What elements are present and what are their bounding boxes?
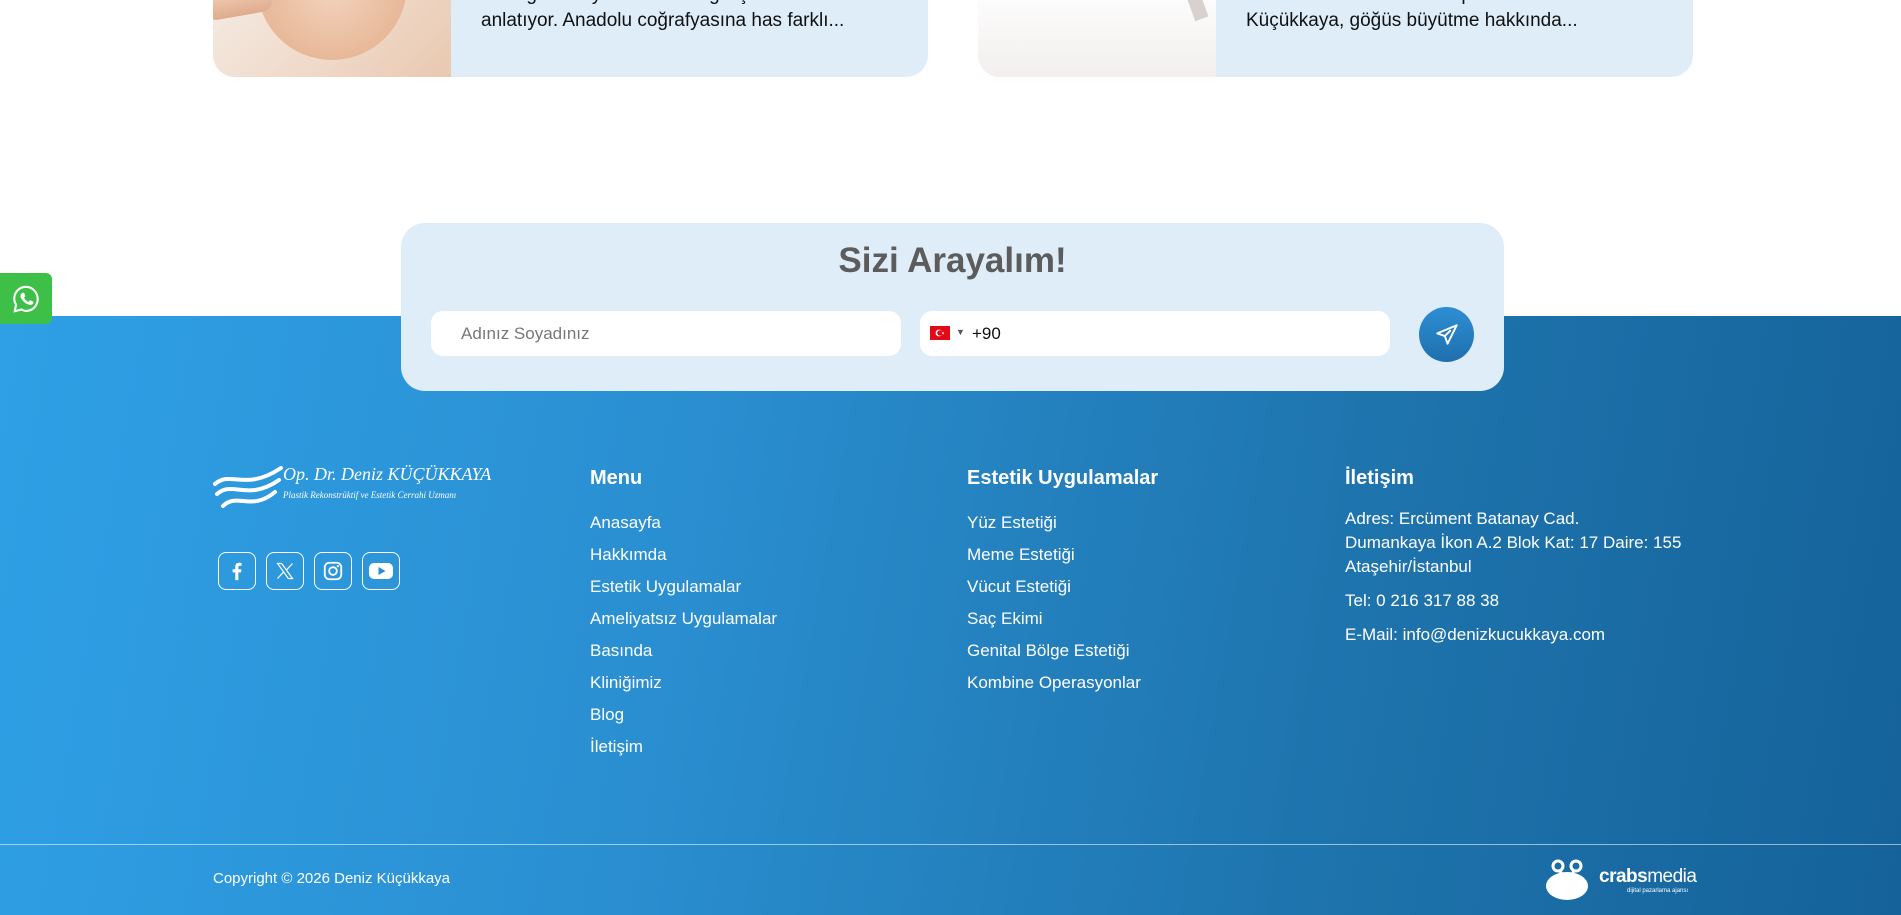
menu-list: Anasayfa Hakkımda Estetik Uygulamalar Am… (590, 510, 777, 766)
aesthetic-list: Yüz Estetiği Meme Estetiği Vücut Estetiğ… (967, 510, 1141, 702)
x-twitter-icon (276, 562, 294, 580)
menu-link-klinigimiz[interactable]: Kliniğimiz (590, 670, 777, 702)
face-illustration (257, 0, 407, 60)
agency-logo[interactable]: crabsmedia dijital pazarlama ajansı (1543, 858, 1697, 902)
phone-input[interactable] (972, 311, 1372, 356)
whatsapp-icon (13, 285, 39, 313)
contact-address: Adres: Ercüment Batanay Cad. Dumankaya İ… (1345, 509, 1682, 576)
blog-card-excerpt: Estetik Cerrahi Uzmanı Op.Dr. Deniz Küçü… (1246, 0, 1578, 31)
menu-link-estetik-uygulamalar[interactable]: Estetik Uygulamalar (590, 574, 777, 606)
logo-subtitle: Plastik Rekonstrüktif ve Estetik Cerrahi… (283, 490, 457, 500)
blog-card[interactable]: estetiği ameliyatındaki son gelişmeleri … (213, 0, 928, 77)
turkey-flag-icon[interactable] (930, 326, 950, 340)
contact-phone[interactable]: Tel: 0 216 317 88 38 (1345, 589, 1705, 613)
menu-link-blog[interactable]: Blog (590, 702, 777, 734)
aesthetic-title: Estetik Uygulamalar (967, 467, 1159, 489)
agency-tagline: dijital pazarlama ajansı (1627, 888, 1689, 894)
copyright-text: Copyright © 2026 Deniz Küçükkaya (213, 870, 451, 887)
menu-link-hakkimda[interactable]: Hakkımda (590, 542, 777, 574)
footer-divider (0, 844, 1901, 845)
aesthetic-link-kombine[interactable]: Kombine Operasyonlar (967, 670, 1141, 702)
contact-info: Adres: Ercüment Batanay Cad. Dumankaya İ… (1345, 507, 1705, 657)
wave-logo-icon (213, 466, 283, 508)
x-link[interactable] (266, 552, 304, 590)
menu-link-anasayfa[interactable]: Anasayfa (590, 510, 777, 542)
callback-title: Sizi Arayalım! (838, 241, 1067, 280)
agency-name: crabsmedia (1599, 866, 1697, 887)
whatsapp-button[interactable] (0, 273, 52, 324)
youtube-link[interactable] (362, 552, 400, 590)
blog-card[interactable]: Estetik Cerrahi Uzmanı Op.Dr. Deniz Küçü… (978, 0, 1693, 77)
blog-card-image (213, 0, 451, 77)
menu-link-basinda[interactable]: Basında (590, 638, 777, 670)
aesthetic-link-sac-ekimi[interactable]: Saç Ekimi (967, 606, 1141, 638)
logo-name: Op. Dr. Deniz KÜÇÜKKAYA (283, 464, 492, 484)
aesthetic-link-meme[interactable]: Meme Estetiği (967, 542, 1141, 574)
paper-plane-icon (1435, 323, 1458, 345)
contact-email[interactable]: E-Mail: info@denizkucukkaya.com (1345, 623, 1705, 647)
phone-field[interactable]: ▼ (920, 311, 1390, 356)
send-button[interactable] (1419, 307, 1474, 362)
aesthetic-link-yuz[interactable]: Yüz Estetiği (967, 510, 1141, 542)
menu-title: Menu (590, 467, 643, 489)
aesthetic-link-vucut[interactable]: Vücut Estetiği (967, 574, 1141, 606)
youtube-icon (369, 563, 393, 579)
crescent-icon (935, 329, 945, 337)
callback-form: Sizi Arayalım! ▼ (401, 223, 1504, 391)
instagram-link[interactable] (314, 552, 352, 590)
country-dropdown-caret-icon[interactable]: ▼ (956, 327, 965, 337)
blog-card-excerpt: estetiği ameliyatındaki son gelişmeleri … (481, 0, 845, 31)
facebook-icon (232, 562, 242, 581)
aesthetic-link-genital[interactable]: Genital Bölge Estetiği (967, 638, 1141, 670)
crab-icon (1546, 859, 1588, 900)
facebook-link[interactable] (218, 552, 256, 590)
blog-card-image (978, 0, 1216, 77)
social-links (218, 552, 400, 590)
menu-link-ameliyatsiz-uygulamalar[interactable]: Ameliyatsız Uygulamalar (590, 606, 777, 638)
contact-title: İletişim (1345, 467, 1414, 489)
instagram-icon (323, 561, 343, 581)
name-input[interactable] (431, 311, 901, 356)
garment-illustration (978, 0, 1216, 77)
menu-link-iletisim[interactable]: İletişim (590, 734, 777, 766)
footer-logo[interactable]: Op. Dr. Deniz KÜÇÜKKAYA Plastik Rekonstr… (213, 462, 491, 514)
